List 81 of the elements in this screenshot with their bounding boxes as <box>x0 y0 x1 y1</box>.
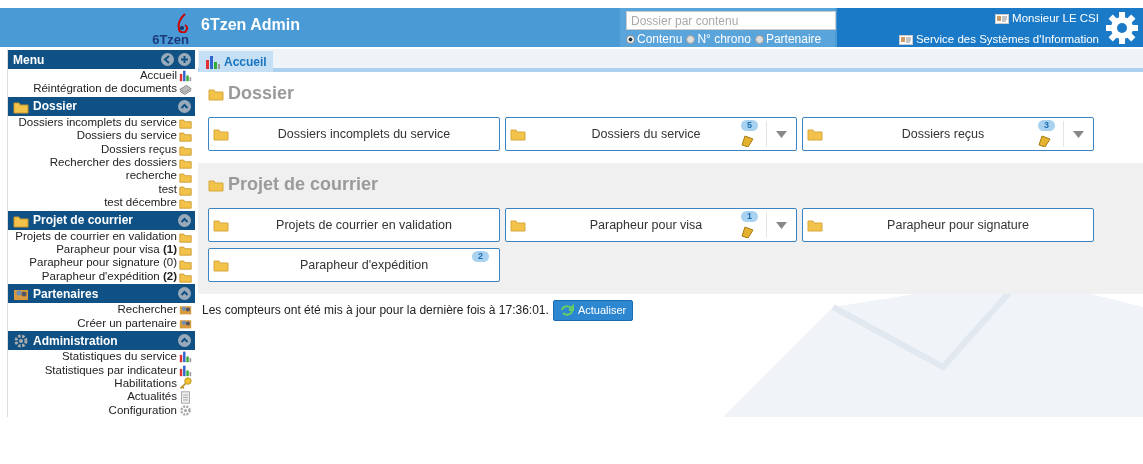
key-icon <box>179 377 192 391</box>
folder-icon <box>807 126 823 142</box>
section-header[interactable]: Projet de courrier <box>8 210 195 230</box>
caret-icon <box>776 130 787 138</box>
search-field[interactable]: Dossier par contenu <box>626 11 836 30</box>
section-header[interactable]: Administration <box>8 331 195 351</box>
sidebar-link[interactable]: test décembre <box>104 196 177 210</box>
tile-button[interactable]: Dossiers du service 5 <box>505 117 797 151</box>
chart-icon <box>205 53 221 70</box>
tile-button[interactable]: Dossiers incomplets du service <box>208 117 500 151</box>
section-title: Projet de courrier <box>228 173 379 196</box>
refresh-icon <box>559 304 574 317</box>
caret-icon <box>776 221 787 229</box>
sidebar-link[interactable]: recherche <box>125 169 177 183</box>
gear-icon <box>179 403 192 417</box>
gear-icon <box>13 332 29 349</box>
tile-button[interactable]: Parapheur pour signature <box>802 208 1094 242</box>
section-title: Dossier <box>228 82 295 105</box>
sidebar-link[interactable]: Parapheur d'expédition (2) <box>41 269 177 284</box>
chart-icon <box>179 350 192 364</box>
document-icon <box>179 390 192 404</box>
folder-icon <box>807 217 823 233</box>
sidebar-link[interactable]: Projets de courrier en validation <box>15 229 177 244</box>
section-header[interactable]: Partenaires <box>8 284 195 304</box>
sidebar-link[interactable]: Réintégration de documents <box>33 82 177 96</box>
sidebar-link[interactable]: Statistiques du service <box>61 350 177 364</box>
folder-icon <box>179 196 192 210</box>
app-title: 6Tzen Admin <box>200 15 301 35</box>
collapse-icon[interactable] <box>178 99 191 113</box>
settings-icon[interactable] <box>1105 11 1139 45</box>
tab[interactable]: Accueil <box>199 51 273 72</box>
tile-button[interactable]: Projets de courrier en validation <box>208 208 500 242</box>
folder-icon <box>179 183 192 197</box>
chart-icon <box>179 69 192 83</box>
tile-button[interactable]: Parapheur pour visa 1 <box>505 208 797 242</box>
folder-icon <box>213 257 229 273</box>
logo-text: 6Tzen <box>152 33 189 47</box>
logo-icon <box>175 13 189 33</box>
counter-badge: 2 <box>472 251 489 262</box>
collapse-icon[interactable] <box>178 213 191 227</box>
tile-button[interactable]: Dossiers reçus 3 <box>802 117 1094 151</box>
collapse-icon[interactable] <box>178 287 191 301</box>
folder-icon <box>510 126 526 142</box>
back-icon[interactable] <box>161 53 174 66</box>
refresh-button[interactable]: Actualiser <box>552 300 634 321</box>
id-card-icon <box>995 13 1010 24</box>
folder-icon <box>179 129 192 143</box>
sidebar-link[interactable]: Parapheur pour visa (1) <box>56 243 177 257</box>
folder-icon <box>179 243 192 257</box>
sidebar-link[interactable]: Rechercher des dossiers <box>49 156 177 170</box>
sidebar-link[interactable]: Accueil <box>139 69 177 83</box>
folder-icon <box>213 126 229 142</box>
sidebar-link[interactable]: Dossiers incomplets du service <box>18 115 177 130</box>
collapse-icon[interactable] <box>178 334 191 348</box>
caret-icon <box>1073 130 1084 138</box>
sidebar-link[interactable]: Actualités <box>127 390 177 404</box>
folder-icon <box>179 156 192 170</box>
sidebar-link[interactable]: Rechercher <box>117 303 177 317</box>
sidebar-link[interactable]: Habilitations <box>114 376 177 391</box>
folder-icon <box>510 217 526 233</box>
add-icon[interactable] <box>178 53 191 66</box>
sidebar-link[interactable]: Dossiers reçus <box>100 142 177 157</box>
folder-icon <box>179 270 192 284</box>
chart-icon <box>179 363 192 377</box>
status-text: Les compteurs ont été mis à jour pour la dernière fois à 17:36:01. <box>202 302 549 320</box>
sidebar-link[interactable]: Statistiques par indicateur <box>44 363 177 377</box>
section-header[interactable]: Menu <box>8 50 195 69</box>
id-card-icon <box>898 34 913 45</box>
sidebar-link[interactable]: Configuration <box>108 403 177 418</box>
sidebar-link[interactable]: Créer un partenaire <box>77 316 177 331</box>
counter-badge: 5 <box>741 120 758 131</box>
tile-button[interactable]: Parapheur d'expédition 2 <box>208 248 500 282</box>
user-name: Monsieur LE CSI <box>1012 11 1099 26</box>
counter-badge: 3 <box>1038 120 1055 131</box>
section-header[interactable]: Dossier <box>8 96 195 116</box>
sidebar-link[interactable]: Dossiers du service <box>76 129 177 143</box>
sidebar-link[interactable]: test <box>158 182 177 197</box>
counter-badge: 1 <box>741 211 758 222</box>
sidebar-link[interactable]: Parapheur pour signature (0) <box>29 256 177 270</box>
folder-icon <box>213 217 229 233</box>
service-name: Service des Systèmes d'Information <box>915 32 1099 48</box>
